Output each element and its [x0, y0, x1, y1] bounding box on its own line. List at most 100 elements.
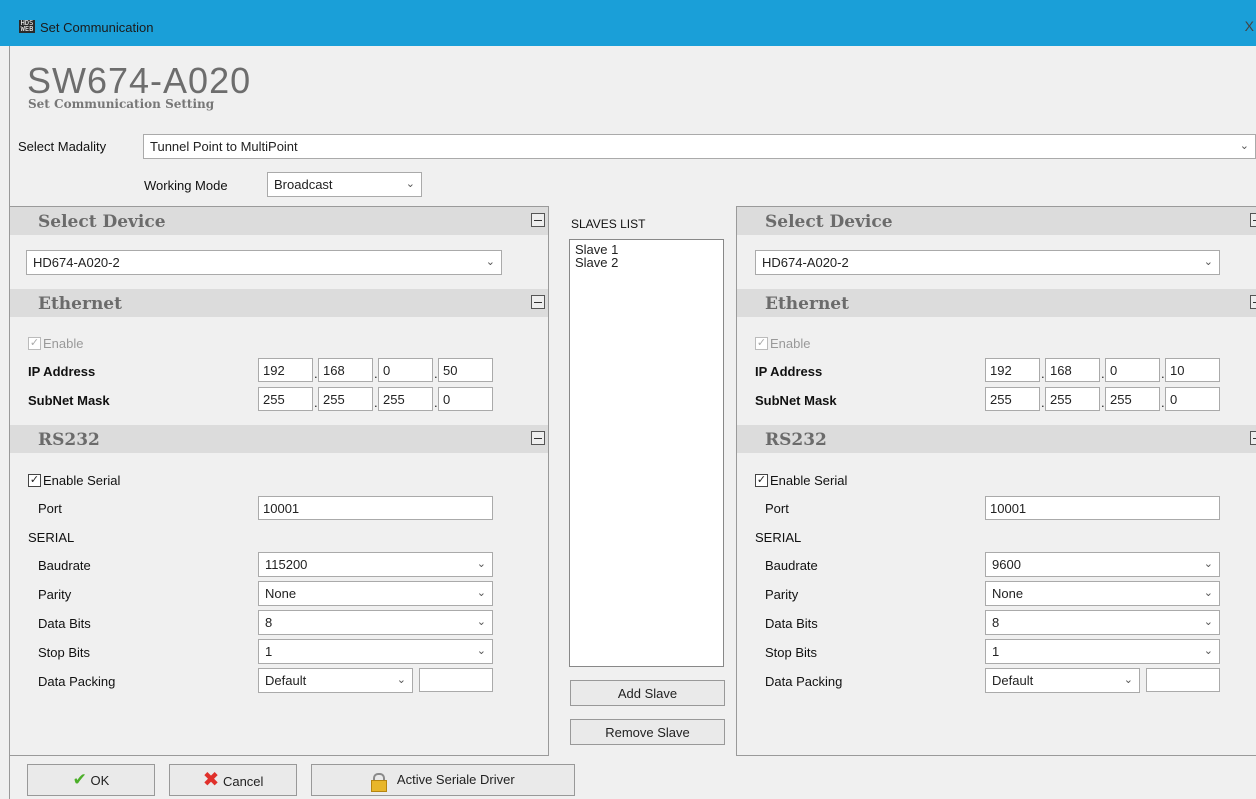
page-subtitle: Set Communication Setting — [28, 97, 215, 111]
left-packing-select[interactable]: Default ⌄ — [258, 668, 413, 693]
left-device-select[interactable]: HD674-A020-2 ⌄ — [26, 250, 502, 275]
slaves-list[interactable]: Slave 1 Slave 2 — [569, 239, 724, 667]
section-title: RS232 — [38, 430, 100, 450]
parity-value: None — [992, 586, 1024, 601]
right-parity-select[interactable]: None ⌄ — [985, 581, 1220, 606]
left-device-panel: Select Device HD674-A020-2 ⌄ Ethernet ✓ … — [9, 206, 549, 756]
modality-value: Tunnel Point to MultiPoint — [150, 139, 298, 154]
packing-value: Default — [992, 673, 1034, 688]
right-mask-octet-1[interactable]: 255 — [985, 387, 1040, 411]
left-ip-octet-1[interactable]: 192 — [258, 358, 313, 382]
slaves-list-title: SLAVES LIST — [571, 217, 646, 231]
right-device-select[interactable]: HD674-A020-2 ⌄ — [755, 250, 1220, 275]
cancel-label: Cancel — [222, 774, 264, 789]
right-enable-serial-checkbox[interactable]: ✓ — [755, 474, 768, 487]
collapse-icon[interactable] — [1250, 295, 1256, 309]
enable-serial-label: Enable Serial — [770, 473, 848, 488]
left-mask-octet-1[interactable]: 255 — [258, 387, 313, 411]
right-mask-octet-2[interactable]: 255 — [1045, 387, 1100, 411]
left-ip-octet-2[interactable]: 168 — [318, 358, 373, 382]
left-mask-octet-4[interactable]: 0 — [438, 387, 493, 411]
left-enable-serial-checkbox[interactable]: ✓ — [28, 474, 41, 487]
collapse-icon[interactable] — [531, 295, 545, 309]
chevron-down-icon: ⌄ — [405, 177, 415, 190]
right-ip-octet-3[interactable]: 0 — [1105, 358, 1160, 382]
remove-slave-button[interactable]: Remove Slave — [570, 719, 725, 745]
working-mode-value: Broadcast — [274, 177, 333, 192]
title-bar: HDS WEB Set Communication X — [0, 0, 1256, 46]
chevron-down-icon: ⌄ — [476, 586, 486, 599]
right-mask-octet-3[interactable]: 255 — [1105, 387, 1160, 411]
product-title: SW674-A020 — [27, 60, 252, 101]
right-enable-checkbox[interactable]: ✓ — [755, 337, 768, 350]
working-mode-label: Working Mode — [144, 178, 228, 193]
right-packing-extra-input[interactable] — [1146, 668, 1220, 692]
left-mask-octet-3[interactable]: 255 — [378, 387, 433, 411]
baudrate-label: Baudrate — [765, 558, 818, 573]
right-port-input[interactable]: 10001 — [985, 496, 1220, 520]
list-item[interactable]: Slave 2 — [575, 256, 718, 269]
right-databits-select[interactable]: 8 ⌄ — [985, 610, 1220, 635]
ok-button[interactable]: ✔ OK — [27, 764, 155, 796]
left-mask-octet-2[interactable]: 255 — [318, 387, 373, 411]
collapse-icon[interactable] — [1250, 431, 1256, 445]
device-value: HD674-A020-2 — [33, 255, 120, 270]
packing-value: Default — [265, 673, 307, 688]
databits-value: 8 — [265, 615, 273, 630]
enable-serial-label: Enable Serial — [43, 473, 121, 488]
chevron-down-icon: ⌄ — [476, 644, 486, 657]
close-icon: ✖ — [202, 769, 220, 791]
right-ip-octet-4[interactable]: 10 — [1165, 358, 1220, 382]
left-ip-octet-3[interactable]: 0 — [378, 358, 433, 382]
left-ethernet-header: Ethernet — [10, 289, 548, 317]
stopbits-label: Stop Bits — [765, 645, 818, 660]
window-title: Set Communication — [40, 20, 154, 35]
chevron-down-icon: ⌄ — [1203, 255, 1213, 268]
packing-label: Data Packing — [38, 674, 116, 689]
ip-label: IP Address — [755, 364, 823, 379]
enable-label: Enable — [770, 336, 811, 351]
right-select-device-header: Select Device — [737, 207, 1256, 235]
databits-label: Data Bits — [38, 616, 91, 631]
right-device-panel: Select Device HD674-A020-2 ⌄ Ethernet ✓ … — [736, 206, 1256, 756]
port-label: Port — [765, 501, 789, 516]
right-rs232-header: RS232 — [737, 425, 1256, 453]
left-packing-extra-input[interactable] — [419, 668, 493, 692]
enable-label: Enable — [43, 336, 84, 351]
right-ip-octet-2[interactable]: 168 — [1045, 358, 1100, 382]
chevron-down-icon: ⌄ — [1203, 557, 1213, 570]
active-serial-driver-button[interactable]: Active Seriale Driver — [311, 764, 575, 796]
cancel-button[interactable]: ✖ Cancel — [169, 764, 297, 796]
right-packing-select[interactable]: Default ⌄ — [985, 668, 1140, 693]
chevron-down-icon: ⌄ — [476, 615, 486, 628]
left-select-device-header: Select Device — [10, 207, 548, 235]
right-baudrate-select[interactable]: 9600 ⌄ — [985, 552, 1220, 577]
right-mask-octet-4[interactable]: 0 — [1165, 387, 1220, 411]
collapse-icon[interactable] — [531, 431, 545, 445]
left-port-input[interactable]: 10001 — [258, 496, 493, 520]
serial-label: SERIAL — [28, 530, 75, 545]
left-baudrate-select[interactable]: 115200 ⌄ — [258, 552, 493, 577]
left-rs232-header: RS232 — [10, 425, 548, 453]
driver-label: Active Seriale Driver — [396, 772, 515, 787]
right-stopbits-select[interactable]: 1 ⌄ — [985, 639, 1220, 664]
left-parity-select[interactable]: None ⌄ — [258, 581, 493, 606]
port-label: Port — [38, 501, 62, 516]
collapse-icon[interactable] — [531, 213, 545, 227]
add-slave-button[interactable]: Add Slave — [570, 680, 725, 706]
right-ip-octet-1[interactable]: 192 — [985, 358, 1040, 382]
working-mode-select[interactable]: Broadcast ⌄ — [267, 172, 422, 197]
left-stopbits-select[interactable]: 1 ⌄ — [258, 639, 493, 664]
left-enable-checkbox[interactable]: ✓ — [28, 337, 41, 350]
left-databits-select[interactable]: 8 ⌄ — [258, 610, 493, 635]
modality-label: Select Madality — [18, 139, 107, 154]
stopbits-value: 1 — [265, 644, 273, 659]
stopbits-label: Stop Bits — [38, 645, 91, 660]
left-ip-octet-4[interactable]: 50 — [438, 358, 493, 382]
modality-select[interactable]: Tunnel Point to MultiPoint ⌄ — [143, 134, 1256, 159]
mask-label: SubNet Mask — [755, 393, 837, 408]
section-title: Ethernet — [765, 294, 849, 314]
parity-label: Parity — [38, 587, 72, 602]
close-icon[interactable]: X — [1245, 18, 1254, 34]
collapse-icon[interactable] — [1250, 213, 1256, 227]
